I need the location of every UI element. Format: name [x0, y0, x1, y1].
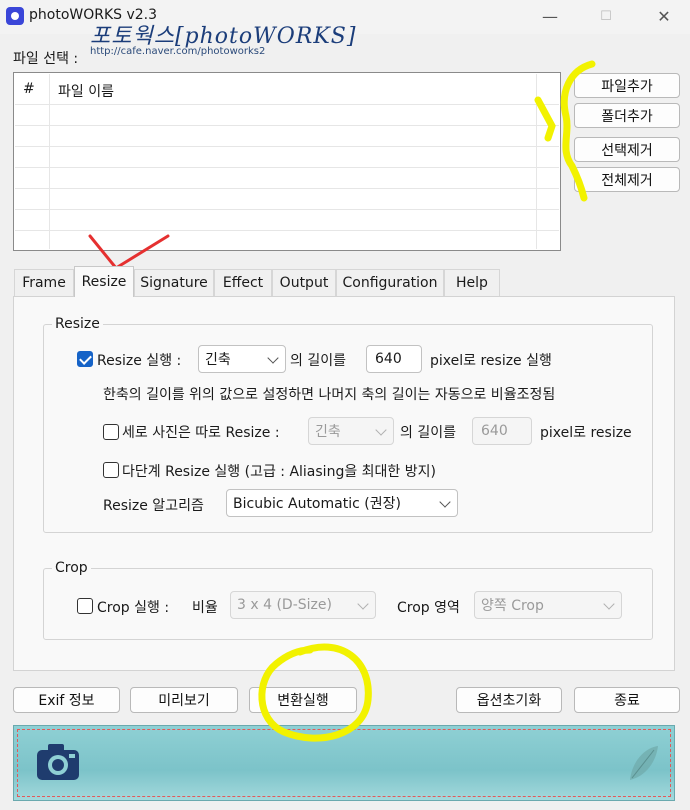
crop-ratio-select[interactable]: 3 x 4 (D-Size) — [230, 591, 376, 619]
tab-effect[interactable]: Effect — [214, 269, 272, 296]
add-file-button[interactable]: 파일추가 — [574, 73, 680, 98]
chevron-down-icon — [603, 598, 615, 610]
tab-output[interactable]: Output — [272, 269, 336, 296]
resize-enable-label: Resize 실행 : — [97, 353, 182, 369]
multistep-resize-checkbox[interactable] — [103, 462, 119, 478]
preview-button[interactable]: 미리보기 — [130, 687, 238, 713]
resize-axis-value: 긴축 — [205, 352, 231, 368]
portrait-resize-checkbox[interactable] — [103, 424, 119, 440]
remove-selected-button[interactable]: 선택제거 — [574, 137, 680, 162]
crop-area-label: Crop 영역 — [397, 600, 460, 616]
portrait-axis-value: 긴축 — [315, 424, 341, 440]
exif-info-button[interactable]: Exif 정보 — [13, 687, 120, 713]
multistep-resize-label: 다단계 Resize 실행 (고급 : Aliasing을 최대한 방지) — [122, 464, 436, 480]
crop-enable-checkbox[interactable] — [77, 598, 93, 614]
reset-options-button[interactable]: 옵션초기화 — [456, 687, 562, 713]
portrait-resize-label: 세로 사진은 따로 Resize : — [122, 425, 280, 441]
resize-length-input[interactable]: 640 — [366, 345, 422, 373]
crop-ratio-label: 비율 — [192, 600, 218, 616]
remove-all-button[interactable]: 전체제거 — [574, 167, 680, 192]
resize-suffix-label: pixel로 resize 실행 — [430, 353, 552, 369]
chevron-down-icon — [439, 496, 451, 508]
crop-group-title: Crop — [52, 560, 91, 576]
tab-signature[interactable]: Signature — [134, 269, 214, 296]
close-button[interactable]: ✕ — [642, 4, 686, 30]
file-select-label: 파일 선택 : — [13, 51, 79, 67]
crop-enable-label: Crop 실행 : — [97, 600, 170, 616]
banner[interactable] — [13, 725, 675, 801]
portrait-length-input[interactable]: 640 — [472, 417, 532, 445]
length-label: 의 길이를 — [290, 353, 346, 369]
camera-icon — [37, 744, 79, 780]
portrait-axis-select[interactable]: 긴축 — [308, 417, 394, 445]
app-camera-icon — [6, 7, 24, 25]
banner-url: http://cafe.naver.com/photoworks2 — [90, 46, 266, 57]
algorithm-label: Resize 알고리즘 — [103, 498, 204, 514]
tab-help[interactable]: Help — [444, 269, 500, 296]
column-header-index[interactable]: # — [23, 81, 35, 97]
resize-enable-checkbox[interactable] — [77, 351, 93, 367]
file-list[interactable]: # 파일 이름 — [13, 72, 561, 251]
portrait-length-label: 의 길이를 — [400, 425, 456, 441]
exit-button[interactable]: 종료 — [574, 687, 680, 713]
minimize-button[interactable]: — — [528, 4, 572, 30]
crop-area-value: 양쪽 Crop — [481, 598, 544, 614]
leaf-icon — [630, 746, 658, 780]
tab-frame[interactable]: Frame — [14, 269, 74, 296]
resize-group-title: Resize — [52, 316, 103, 332]
chevron-down-icon — [267, 352, 279, 364]
maximize-button[interactable]: ☐ — [584, 4, 628, 30]
algorithm-value: Bicubic Automatic (권장) — [233, 496, 401, 512]
chevron-down-icon — [375, 424, 387, 436]
resize-axis-select[interactable]: 긴축 — [198, 345, 286, 373]
add-folder-button[interactable]: 폴더추가 — [574, 103, 680, 128]
tab-configuration[interactable]: Configuration — [336, 269, 444, 296]
column-header-filename[interactable]: 파일 이름 — [58, 81, 114, 101]
algorithm-select[interactable]: Bicubic Automatic (권장) — [226, 489, 458, 517]
tab-resize[interactable]: Resize — [74, 266, 134, 297]
chevron-down-icon — [357, 598, 369, 610]
convert-button[interactable]: 변환실행 — [249, 687, 357, 713]
crop-ratio-value: 3 x 4 (D-Size) — [237, 597, 332, 613]
resize-hint-text: 한축의 길이를 위의 값으로 설정하면 나머지 축의 길이는 자동으로 비율조정… — [103, 387, 556, 403]
crop-area-select[interactable]: 양쪽 Crop — [474, 591, 622, 619]
portrait-suffix-label: pixel로 resize — [540, 425, 632, 441]
